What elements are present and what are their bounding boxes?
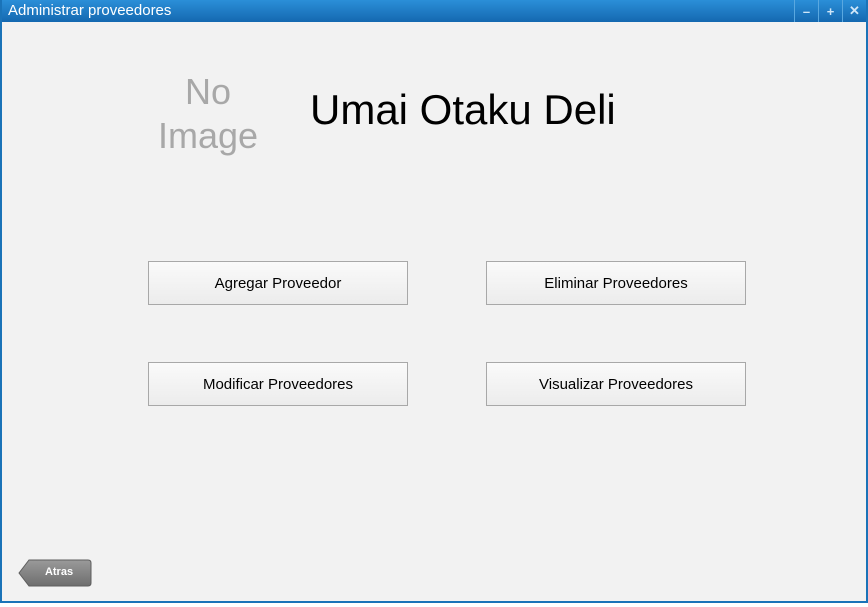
title-bar: Administrar proveedores – + ✕ — [2, 0, 866, 22]
brand-title: Umai Otaku Deli — [310, 86, 616, 133]
logo-text-line2: Image — [157, 115, 259, 156]
minimize-icon[interactable]: – — [794, 0, 818, 22]
back-button-label: Atras — [44, 566, 74, 578]
logo-placeholder: No Image — [145, 70, 271, 160]
view-suppliers-button[interactable]: Visualizar Proveedores — [486, 362, 746, 406]
logo-text-line1: No — [184, 71, 232, 112]
delete-suppliers-button[interactable]: Eliminar Proveedores — [486, 261, 746, 305]
close-icon[interactable]: ✕ — [842, 0, 866, 22]
app-window: Administrar proveedores – + ✕ No Image U… — [0, 0, 868, 603]
modify-suppliers-button[interactable]: Modificar Proveedores — [148, 362, 408, 406]
back-button[interactable]: Atras — [18, 559, 92, 587]
maximize-icon[interactable]: + — [818, 0, 842, 22]
main-content: No Image Umai Otaku Deli Agregar Proveed… — [2, 22, 866, 601]
add-supplier-button[interactable]: Agregar Proveedor — [148, 261, 408, 305]
window-title: Administrar proveedores — [8, 2, 172, 19]
window-controls: – + ✕ — [794, 0, 866, 22]
